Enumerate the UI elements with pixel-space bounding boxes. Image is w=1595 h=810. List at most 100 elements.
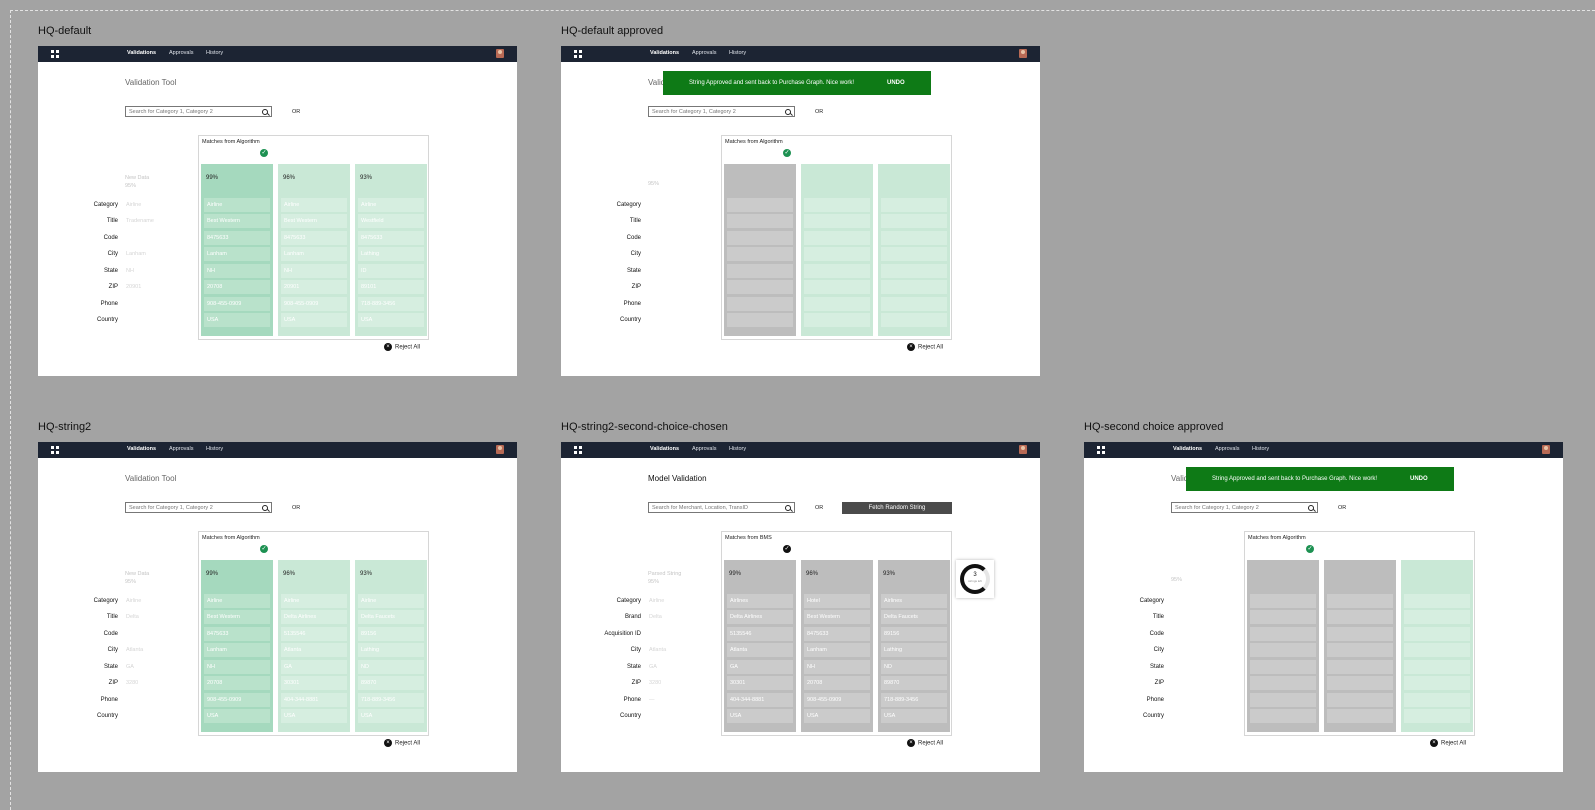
- nav-link-approvals[interactable]: Approvals: [1215, 446, 1239, 452]
- match-column[interactable]: 96% Airline Delta Airlines 5135546 Atlanta GA…: [278, 560, 350, 732]
- match-column[interactable]: 99% Airlines Delta Airlines 5135546 Atlanta G…: [724, 560, 796, 732]
- match-cell: [881, 198, 947, 212]
- check-circle-icon[interactable]: ✓: [783, 545, 791, 553]
- match-column[interactable]: 99% Airline Best Western 8475633 Lanham NH 207…: [201, 164, 273, 336]
- avatar[interactable]: [496, 49, 504, 58]
- close-circle-icon[interactable]: ×: [384, 739, 392, 747]
- nav-link-validations[interactable]: Validations: [127, 446, 156, 452]
- top-nav-bar: Validations Approvals History: [561, 442, 1040, 458]
- nav-link-approvals[interactable]: Approvals: [692, 446, 716, 452]
- nav-link-validations[interactable]: Validations: [127, 50, 156, 56]
- match-column[interactable]: 93% Airline Westfield 8475633 Lathing ID 89101…: [355, 164, 427, 336]
- match-column[interactable]: 96% Hotel Best Western 8475633 Lanham NH 20708…: [801, 560, 873, 732]
- row-value: GA: [126, 664, 134, 670]
- nav-link-approvals[interactable]: Approvals: [692, 50, 716, 56]
- row-value: Airline: [126, 202, 142, 208]
- reject-all-button[interactable]: × Reject All: [907, 343, 943, 351]
- match-column[interactable]: 93% Airline Delta Faucets 89156 Lathing ND 898…: [355, 560, 427, 732]
- match-cell: 8475633: [204, 231, 270, 245]
- match-column[interactable]: [1324, 560, 1396, 732]
- match-column[interactable]: [1401, 560, 1473, 732]
- reject-all-button[interactable]: × Reject All: [384, 343, 420, 351]
- match-percent: 93%: [883, 571, 896, 577]
- match-cell: Airline: [281, 198, 347, 212]
- match-column[interactable]: 93% Airlines Delta Faucets 89156 Lathing ND 89…: [878, 560, 950, 732]
- search-input[interactable]: Search for Category 1, Category 2: [125, 106, 272, 117]
- match-column[interactable]: [878, 164, 950, 336]
- nav-link-validations[interactable]: Validations: [650, 446, 679, 452]
- fetch-random-string-button[interactable]: Fetch Random String: [842, 502, 952, 514]
- match-cell: Airlines: [727, 594, 793, 608]
- search-input[interactable]: Search for Merchant, Location, TransID: [648, 502, 795, 513]
- match-column[interactable]: [801, 164, 873, 336]
- match-cell: Best Western: [204, 214, 270, 228]
- match-cell: Best Western: [281, 214, 347, 228]
- search-input[interactable]: Search for Category 1, Category 2: [648, 106, 795, 117]
- undo-button[interactable]: UNDO: [1410, 467, 1428, 491]
- nav-link-approvals[interactable]: Approvals: [169, 50, 193, 56]
- check-circle-icon[interactable]: ✓: [260, 149, 268, 157]
- row-label: Code: [103, 235, 118, 241]
- check-circle-icon[interactable]: ✓: [783, 149, 791, 157]
- match-column[interactable]: [1247, 560, 1319, 732]
- match-column[interactable]: 99% Airline Best Western 8475633 Lanham NH 207…: [201, 560, 273, 732]
- search-input[interactable]: Search for Category 1, Category 2: [1171, 502, 1318, 513]
- grid-icon[interactable]: [51, 50, 59, 58]
- avatar[interactable]: [1019, 49, 1027, 58]
- search-icon[interactable]: [785, 109, 791, 115]
- reject-all-button[interactable]: × Reject All: [384, 739, 420, 747]
- search-icon[interactable]: [1308, 505, 1314, 511]
- avatar[interactable]: [1019, 445, 1027, 454]
- match-cell: Airline: [204, 198, 270, 212]
- match-column[interactable]: 96% Airline Best Western 8475633 Lanham NH 209…: [278, 164, 350, 336]
- reject-all-button[interactable]: × Reject All: [1430, 739, 1466, 747]
- frame-label: HQ-string2-second-choice-chosen: [561, 421, 728, 433]
- nav-link-history[interactable]: History: [1252, 446, 1269, 452]
- row-label: State: [1149, 664, 1164, 670]
- row-label: City: [107, 251, 118, 257]
- row-label: ZIP: [108, 680, 118, 686]
- avatar[interactable]: [1542, 445, 1550, 454]
- nav-link-validations[interactable]: Validations: [1173, 446, 1202, 452]
- page-title: Model Validation: [648, 474, 707, 483]
- match-cell: 718-889-3456: [358, 297, 424, 311]
- nav-link-history[interactable]: History: [729, 50, 746, 56]
- row-value: Airline: [126, 598, 142, 604]
- close-circle-icon[interactable]: ×: [1430, 739, 1438, 747]
- nav-link-validations[interactable]: Validations: [650, 50, 679, 56]
- search-input[interactable]: Search for Category 1, Category 2: [125, 502, 272, 513]
- match-column[interactable]: [724, 164, 796, 336]
- grid-icon[interactable]: [574, 446, 582, 454]
- avatar[interactable]: [496, 445, 504, 454]
- undo-button[interactable]: UNDO: [887, 71, 905, 95]
- row-label: City: [107, 647, 118, 653]
- grid-icon[interactable]: [51, 446, 59, 454]
- search-icon[interactable]: [262, 109, 268, 115]
- nav-link-history[interactable]: History: [729, 446, 746, 452]
- grid-icon[interactable]: [574, 50, 582, 58]
- nav-link-history[interactable]: History: [206, 50, 223, 56]
- search-icon[interactable]: [262, 505, 268, 511]
- check-circle-icon[interactable]: ✓: [260, 545, 268, 553]
- reject-all-button[interactable]: × Reject All: [907, 739, 943, 747]
- progress-spinner: 3 strings left: [956, 560, 994, 598]
- match-cell: [1404, 643, 1470, 657]
- row-label: ZIP: [1154, 680, 1164, 686]
- close-circle-icon[interactable]: ×: [384, 343, 392, 351]
- match-percent: 99%: [206, 175, 219, 181]
- close-circle-icon[interactable]: ×: [907, 343, 915, 351]
- row-label: Phone: [623, 301, 641, 307]
- frame-2: ValidationsApprovalsHistoryValidation To…: [561, 46, 1040, 376]
- grid-icon[interactable]: [1097, 446, 1105, 454]
- match-cell: [881, 297, 947, 311]
- match-cell: [804, 231, 870, 245]
- close-circle-icon[interactable]: ×: [907, 739, 915, 747]
- search-icon[interactable]: [785, 505, 791, 511]
- check-circle-icon[interactable]: ✓: [1306, 545, 1314, 553]
- nav-link-approvals[interactable]: Approvals: [169, 446, 193, 452]
- search-placeholder: Search for Category 1, Category 2: [652, 109, 736, 115]
- match-cell: ID: [358, 264, 424, 278]
- row-value: Lanham: [126, 251, 146, 257]
- match-cell: [881, 247, 947, 261]
- nav-link-history[interactable]: History: [206, 446, 223, 452]
